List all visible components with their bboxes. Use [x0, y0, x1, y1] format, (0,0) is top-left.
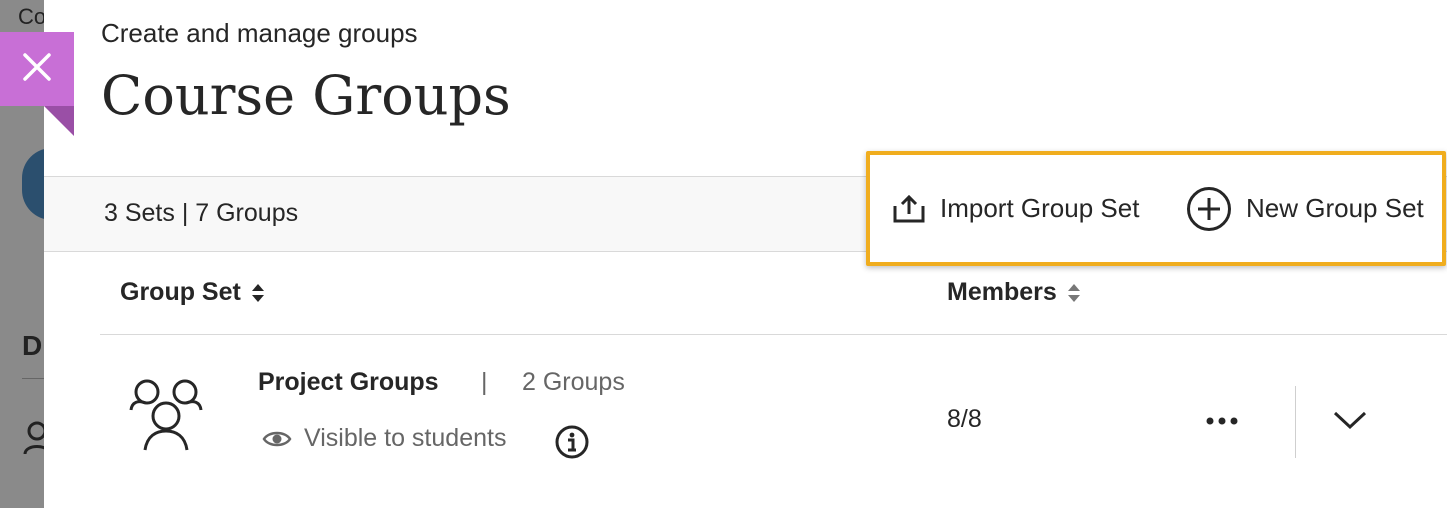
column-header-members[interactable]: Members	[947, 278, 1081, 307]
visibility-status: Visible to students	[262, 424, 506, 453]
page-subtitle: Create and manage groups	[101, 18, 418, 48]
course-groups-panel: Create and manage groups Course Groups 3…	[44, 0, 1447, 508]
sort-icon	[251, 282, 265, 304]
column-header-group-set[interactable]: Group Set	[120, 278, 265, 307]
people-group-icon	[128, 378, 204, 457]
user-icon	[22, 420, 44, 461]
group-count: 2 Groups	[522, 368, 625, 396]
page-title: Course Groups	[101, 64, 511, 127]
background-text: Co	[18, 4, 44, 29]
visibility-label: Visible to students	[304, 424, 507, 452]
group-set-name[interactable]: Project Groups	[258, 368, 439, 397]
sort-icon	[1067, 282, 1081, 304]
background-letter: D	[22, 330, 43, 361]
close-button-tail	[44, 106, 74, 136]
row-action-divider	[1295, 386, 1296, 458]
separator: |	[481, 368, 488, 396]
more-options-button[interactable]	[1202, 404, 1242, 440]
plus-circle-icon	[1186, 186, 1232, 232]
close-button[interactable]	[0, 32, 74, 106]
info-icon[interactable]	[555, 425, 589, 464]
sets-groups-count: 3 Sets | 7 Groups	[104, 199, 299, 227]
upload-icon	[892, 194, 926, 224]
import-group-set-label: Import Group Set	[940, 193, 1140, 223]
import-group-set-button[interactable]: Import Group Set	[892, 155, 1139, 262]
eye-icon	[262, 428, 292, 450]
members-count: 8/8	[947, 405, 982, 433]
column-header-label: Members	[947, 278, 1057, 306]
header-divider	[100, 334, 1447, 335]
new-group-set-button[interactable]: New Group Set	[1186, 155, 1424, 262]
group-set-actions: Import Group Set New Group Set	[866, 151, 1446, 266]
close-icon	[21, 51, 53, 88]
column-header-label: Group Set	[120, 278, 241, 306]
expand-row-button[interactable]	[1330, 404, 1370, 440]
background-divider	[22, 378, 44, 379]
new-group-set-label: New Group Set	[1246, 193, 1424, 223]
more-options-icon	[1205, 413, 1239, 431]
toolbar: 3 Sets | 7 Groups Import Group Set New G…	[44, 151, 1447, 266]
background-avatar	[22, 148, 44, 220]
chevron-down-icon	[1333, 410, 1367, 435]
